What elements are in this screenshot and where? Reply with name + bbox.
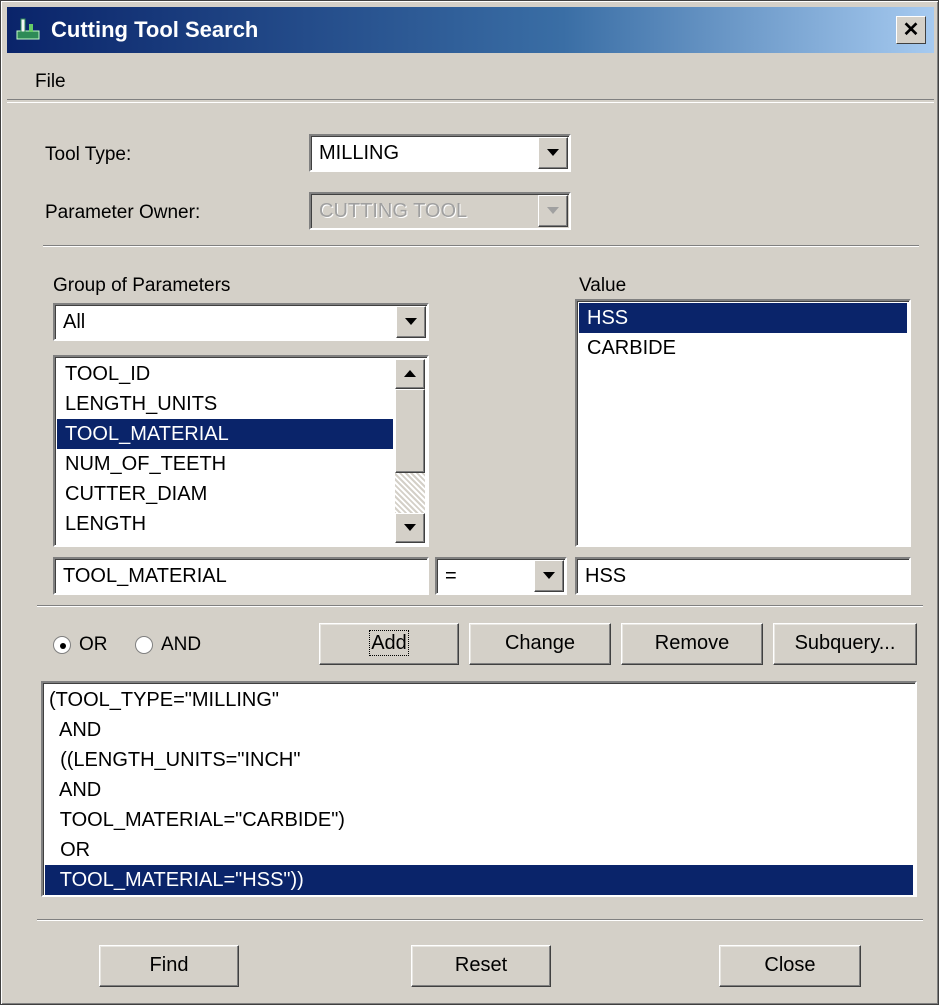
chevron-down-icon	[538, 195, 568, 227]
parameter-list-item[interactable]: CUTTER_DIAM	[57, 479, 393, 509]
subquery-button-label: Subquery...	[794, 632, 896, 654]
parameter-owner-label: Parameter Owner:	[45, 202, 201, 223]
title-bar[interactable]: Cutting Tool Search ✕	[7, 7, 934, 53]
close-button[interactable]: Close	[719, 945, 861, 987]
and-radio[interactable]: AND	[135, 634, 215, 657]
parameter-list-item[interactable]: TOOL_ID	[57, 359, 393, 389]
parameters-scrollbar[interactable]	[395, 359, 425, 543]
query-line[interactable]: TOOL_MATERIAL="CARBIDE")	[45, 805, 913, 835]
menu-file[interactable]: File	[35, 71, 66, 93]
window-title: Cutting Tool Search	[51, 17, 259, 42]
parameters-list[interactable]: TOOL_ID LENGTH_UNITS TOOL_MATERIAL NUM_OF_T…	[53, 355, 429, 547]
group-value: All	[63, 311, 86, 333]
value-list[interactable]: HSS CARBIDE	[575, 299, 911, 547]
parameter-list-item[interactable]: LENGTH	[57, 509, 393, 539]
query-line[interactable]: AND	[45, 715, 913, 745]
reset-button[interactable]: Reset	[411, 945, 551, 987]
subquery-button[interactable]: Subquery...	[773, 623, 917, 665]
section-divider	[37, 605, 923, 607]
parameter-owner-value: CUTTING TOOL	[319, 200, 468, 222]
query-text-box[interactable]: (TOOL_TYPE="MILLING" AND ((LENGTH_UNITS=…	[41, 681, 917, 897]
value-list-item[interactable]: CARBIDE	[579, 333, 907, 363]
scroll-up-icon[interactable]	[395, 359, 425, 389]
condition-parameter-field[interactable]: TOOL_MATERIAL	[53, 557, 429, 595]
and-radio-label: AND	[161, 634, 202, 655]
value-label: Value	[579, 275, 627, 296]
condition-value-field[interactable]: HSS	[575, 557, 911, 595]
operator-value: =	[445, 565, 457, 587]
menu-divider	[7, 99, 934, 103]
group-select[interactable]: All	[53, 303, 429, 341]
find-button[interactable]: Find	[99, 945, 239, 987]
add-button[interactable]: Add	[319, 623, 459, 665]
operator-select[interactable]: =	[435, 557, 567, 595]
query-line[interactable]: TOOL_MATERIAL="HSS"))	[45, 865, 913, 895]
chevron-down-icon[interactable]	[534, 560, 564, 592]
scroll-down-icon[interactable]	[395, 513, 425, 543]
tool-type-select[interactable]: MILLING	[309, 134, 571, 172]
change-button[interactable]: Change	[469, 623, 611, 665]
change-button-label: Change	[504, 632, 576, 654]
remove-button[interactable]: Remove	[621, 623, 763, 665]
section-divider	[43, 245, 919, 247]
condition-parameter-text: TOOL_MATERIAL	[63, 565, 227, 587]
condition-value-text: HSS	[585, 565, 627, 587]
close-button-label: Close	[764, 954, 816, 976]
remove-button-label: Remove	[654, 632, 730, 654]
scroll-thumb[interactable]	[395, 389, 425, 473]
parameter-list-item[interactable]: TOOL_MATERIAL	[57, 419, 393, 449]
parameter-list-item[interactable]: NUM_OF_TEETH	[57, 449, 393, 479]
or-radio[interactable]: OR	[53, 634, 113, 657]
query-line[interactable]: AND	[45, 775, 913, 805]
parameter-list-item[interactable]: LENGTH_UNITS	[57, 389, 393, 419]
tool-type-value: MILLING	[319, 142, 400, 164]
find-button-label: Find	[149, 954, 189, 976]
radio-dot-icon	[60, 643, 66, 649]
close-icon[interactable]: ✕	[896, 16, 926, 44]
tool-type-label: Tool Type:	[45, 144, 132, 165]
or-radio-label: OR	[79, 634, 108, 655]
parameter-owner-select: CUTTING TOOL	[309, 192, 571, 230]
query-line[interactable]: ((LENGTH_UNITS="INCH"	[45, 745, 913, 775]
query-line[interactable]: (TOOL_TYPE="MILLING"	[45, 685, 913, 715]
chevron-down-icon[interactable]	[538, 137, 568, 169]
menu-bar: File	[7, 55, 934, 99]
app-icon	[15, 16, 41, 42]
group-label: Group of Parameters	[53, 275, 231, 296]
dialog-window: Cutting Tool Search ✕ File Tool Type: MI…	[0, 0, 939, 1005]
reset-button-label: Reset	[454, 954, 508, 976]
chevron-down-icon[interactable]	[396, 306, 426, 338]
query-line[interactable]: OR	[45, 835, 913, 865]
value-list-item[interactable]: HSS	[579, 303, 907, 333]
add-button-label: Add	[369, 630, 409, 656]
footer-divider	[37, 919, 923, 921]
